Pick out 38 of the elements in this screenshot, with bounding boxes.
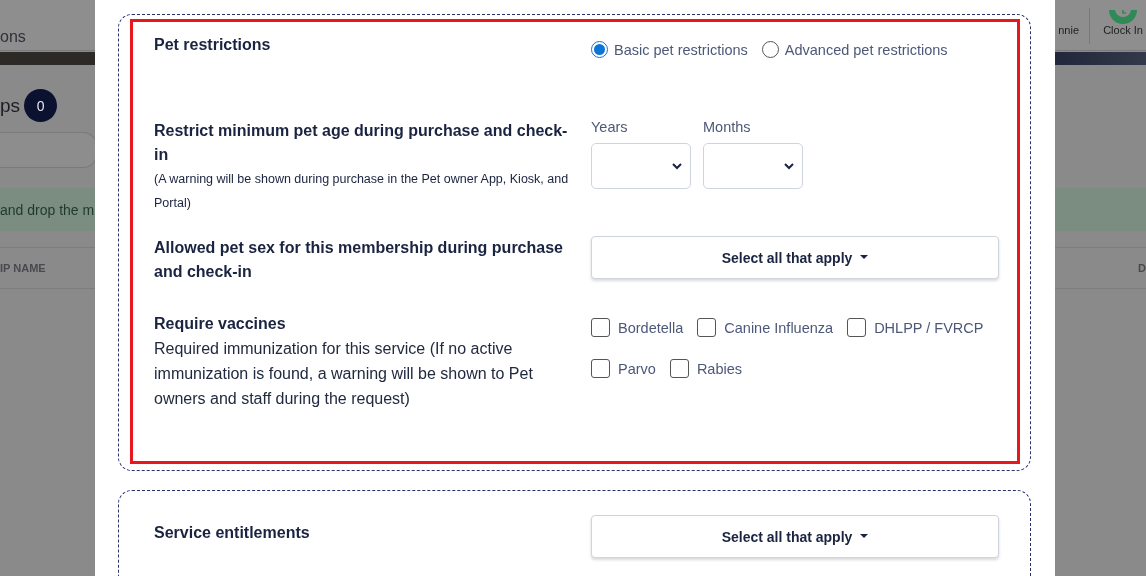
chevron-down-icon	[672, 162, 682, 170]
nav-link[interactable]: ons	[0, 28, 26, 50]
field-note: (A warning will be shown during purchase in the Pet owner App, Kiosk, and Portal)	[154, 171, 570, 212]
clock-in-label[interactable]: Clock In	[1103, 24, 1143, 36]
radio-option[interactable]: Advanced pet restrictions	[761, 41, 948, 58]
checkbox[interactable]	[591, 359, 610, 378]
checkbox[interactable]	[591, 318, 610, 337]
chevron-down-icon	[784, 162, 794, 170]
checkbox[interactable]	[669, 359, 689, 378]
radio-option[interactable]: Basic pet restrictions	[591, 41, 748, 58]
checkbox-option[interactable]: Bordetella	[591, 318, 684, 337]
checkbox-option[interactable]: Parvo	[591, 359, 656, 378]
dropdown-field[interactable]	[591, 143, 691, 189]
caret-icon	[860, 255, 869, 260]
count-badge: 0	[24, 89, 58, 122]
field-label: Require vaccines	[154, 314, 287, 334]
checkbox[interactable]	[697, 318, 717, 337]
column-header: D	[1138, 262, 1146, 274]
page-heading: ps	[0, 94, 21, 117]
section-title: Service entitlements	[154, 523, 311, 542]
dropdown-button[interactable]: Select all that apply	[591, 515, 999, 558]
field-label: Months	[703, 119, 752, 135]
field-label: Restrict minimum pet age during purchase and check-in	[154, 121, 569, 165]
dropdown-field[interactable]	[703, 143, 803, 189]
user-name: nnie	[1058, 24, 1079, 38]
field-label: Years	[591, 119, 629, 135]
field-description: Required immunization for this service (If no active immunization is found, a warning will be shown to Pet owners and staff during the request)	[154, 339, 534, 409]
section-title: Pet restrictions	[154, 36, 272, 54]
caret-icon	[860, 534, 869, 539]
info-message: and drop the m	[0, 201, 95, 218]
checkbox[interactable]	[847, 318, 867, 337]
dropdown-button[interactable]: Select all that apply	[591, 236, 999, 279]
search-field[interactable]	[0, 132, 97, 168]
checkbox-option[interactable]: Rabies	[669, 359, 743, 378]
column-header: IP NAME	[0, 262, 46, 274]
field-label: Allowed pet sex for this membership during purchase and check-in	[154, 238, 564, 282]
checkbox-option[interactable]: DHLPP / FVRCP	[847, 318, 984, 337]
checkbox-option[interactable]: Canine Influenza	[697, 318, 834, 337]
